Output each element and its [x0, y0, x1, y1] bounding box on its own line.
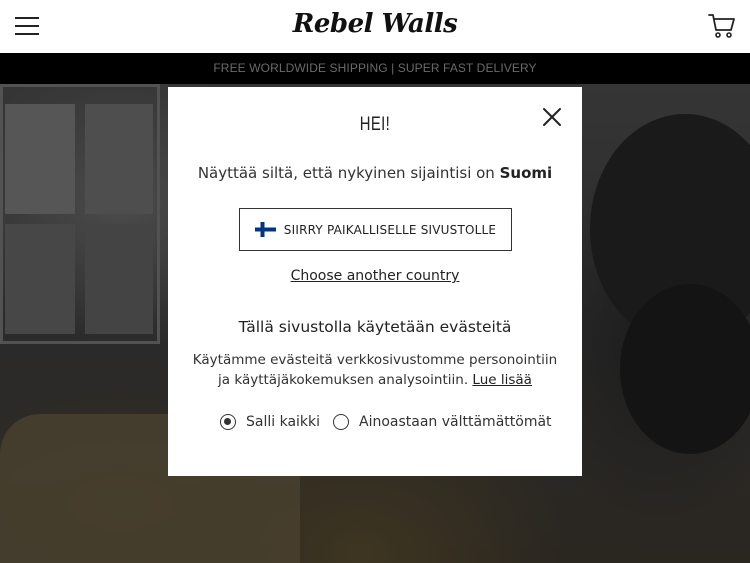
radio-label: Salli kaikki — [246, 414, 321, 430]
choose-another-country-link[interactable]: Choose another country — [168, 268, 582, 284]
radio-allow-all[interactable]: Salli kaikki — [220, 413, 320, 431]
read-more-link[interactable]: Lue lisää — [472, 372, 532, 388]
go-to-local-site-button[interactable]: SIIRRY PAIKALLISELLE SIVUSTOLLE — [239, 208, 512, 251]
site-logo[interactable]: Rebel Walls — [0, 9, 750, 39]
go-to-local-site-label: SIIRRY PAIKALLISELLE SIVUSTOLLE — [283, 222, 497, 237]
location-country: Suomi — [499, 164, 553, 182]
cookie-heading: Tällä sivustolla käytetään evästeitä — [238, 318, 512, 336]
radio-button-unchecked[interactable] — [333, 414, 349, 430]
radio-label: Ainoastaan välttämättömät — [359, 414, 552, 430]
radio-necessary-only[interactable]: Ainoastaan välttämättömät — [333, 413, 552, 431]
shipping-banner: FREE WORLDWIDE SHIPPING | SUPER FAST DEL… — [0, 53, 750, 84]
site-header: Rebel Walls — [0, 0, 750, 53]
cookie-description: Käytämme evästeitä verkkosivustomme pers… — [192, 352, 558, 388]
radio-button-checked[interactable] — [220, 414, 236, 430]
close-icon[interactable] — [542, 107, 562, 127]
location-modal: HEI! Näyttää siltä, että nykyinen sijain… — [168, 87, 582, 476]
shopping-cart-icon[interactable] — [708, 13, 736, 39]
finland-flag-icon — [254, 222, 276, 237]
location-message: Näyttää siltä, että nykyinen sijaintisi … — [197, 164, 553, 182]
modal-title: HEI! — [359, 114, 391, 135]
